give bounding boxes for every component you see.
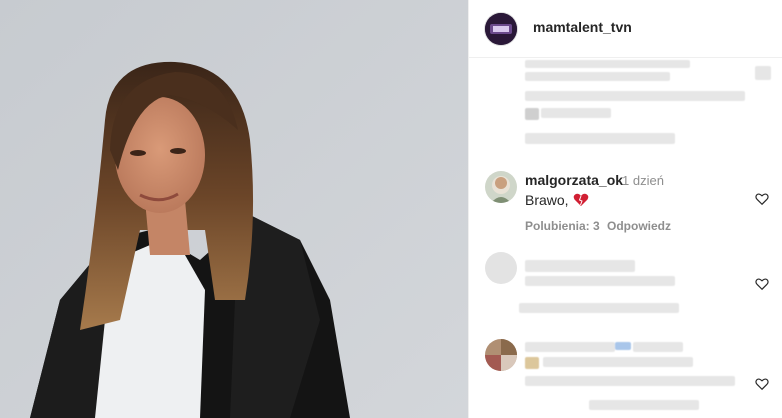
blurred-text <box>525 276 675 286</box>
blurred-text <box>541 108 611 118</box>
blurred-text <box>525 376 735 386</box>
blurred-text <box>519 303 679 313</box>
heart-icon[interactable] <box>755 377 769 391</box>
blurred-icon <box>755 66 771 80</box>
blurred-avatar <box>485 339 517 371</box>
post-photo <box>0 0 468 418</box>
blurred-text <box>543 357 693 367</box>
heart-icon[interactable] <box>755 192 769 206</box>
reply-button[interactable]: Odpowiedz <box>607 219 671 233</box>
blurred-text <box>525 133 675 144</box>
blurred-text <box>525 108 539 120</box>
blurred-text <box>525 357 539 369</box>
comment-time[interactable]: 1 dzień <box>622 173 664 188</box>
post-header: mamtalent_tvn <box>469 0 782 58</box>
account-username[interactable]: mamtalent_tvn <box>533 19 632 35</box>
comment-text-body: Brawo, <box>525 192 569 208</box>
blurred-text <box>633 342 683 352</box>
blurred-text <box>525 72 670 81</box>
comment-likes[interactable]: Polubienia: 3 <box>525 219 600 233</box>
blurred-text <box>525 91 745 101</box>
comment-text: Brawo, <box>525 192 589 210</box>
blurred-text <box>615 342 631 350</box>
blurred-avatar <box>485 252 517 284</box>
blurred-text <box>525 342 615 352</box>
heart-icon[interactable] <box>755 277 769 291</box>
blurred-text <box>525 60 690 68</box>
account-avatar[interactable] <box>485 13 517 45</box>
commenter-avatar[interactable] <box>485 171 517 203</box>
broken-heart-icon <box>573 193 589 210</box>
post-side-panel: mamtalent_tvn malgorzata_ok 1 dzień Braw… <box>468 0 782 418</box>
blurred-text <box>525 260 635 272</box>
comment-username[interactable]: malgorzata_ok <box>525 172 623 188</box>
blurred-text <box>589 400 699 410</box>
